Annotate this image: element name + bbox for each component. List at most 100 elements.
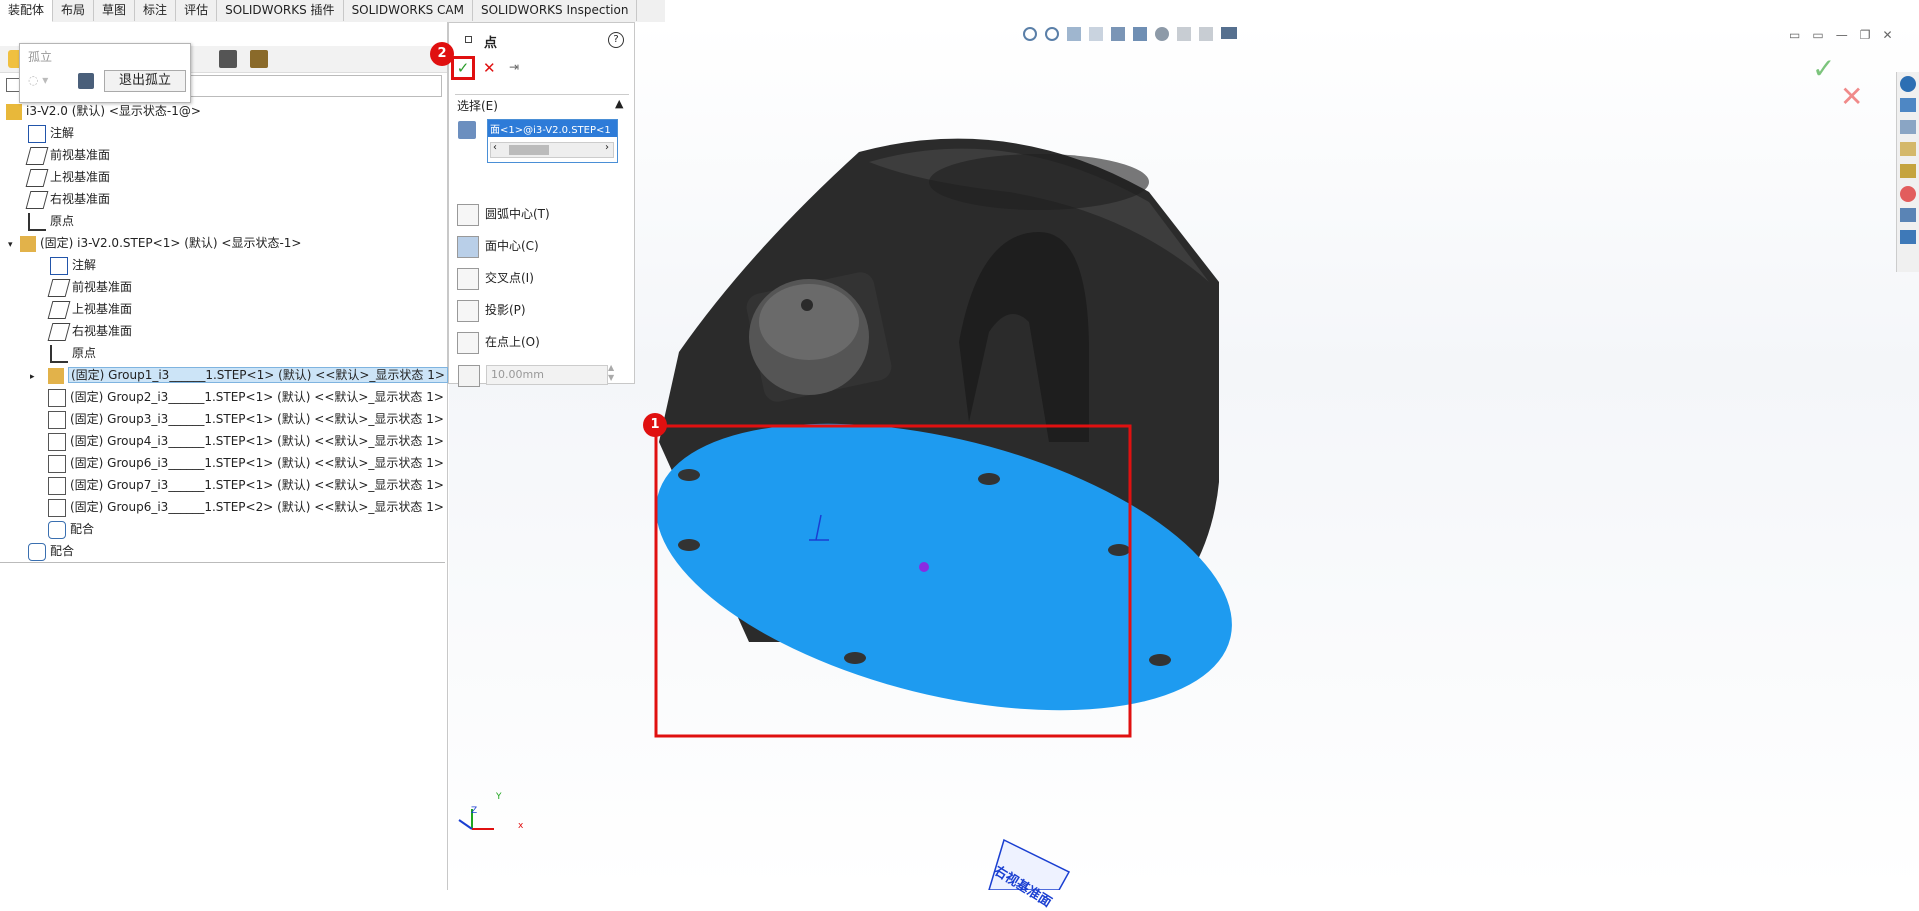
- command-manager-tabs: 装配体 布局 草图 标注 评估 SOLIDWORKS 插件 SOLIDWORKS…: [0, 0, 665, 23]
- part-outline-icon: [48, 476, 66, 495]
- tab-cam[interactable]: SOLIDWORKS CAM: [344, 0, 473, 21]
- scroll-right-icon[interactable]: ›: [605, 142, 609, 153]
- tree-part-right-plane[interactable]: 右视基准面: [47, 320, 132, 342]
- save-isolate-icon[interactable]: [78, 73, 94, 89]
- pin-icon[interactable]: ⇥: [509, 60, 519, 74]
- plane-icon: [47, 322, 71, 341]
- isolate-display-style-icon[interactable]: ◌ ▾: [28, 73, 58, 91]
- appearance-tab-icon[interactable]: [219, 50, 237, 68]
- tile-right-icon[interactable]: ▭: [1812, 28, 1823, 42]
- tab-markup[interactable]: 标注: [135, 0, 177, 21]
- view-palette-icon[interactable]: [1900, 164, 1916, 178]
- custom-properties-icon[interactable]: [1900, 208, 1916, 222]
- tree-root-top-plane[interactable]: 上视基准面: [25, 166, 110, 188]
- tree-part-top-plane[interactable]: 上视基准面: [47, 298, 132, 320]
- view-settings-icon[interactable]: [1221, 27, 1237, 39]
- tree-group-6[interactable]: (固定) Group7_i3______1.STEP<1> (默认) <<默认>…: [48, 474, 444, 496]
- tree-group-7[interactable]: (固定) Group6_i3______1.STEP<2> (默认) <<默认>…: [48, 496, 444, 518]
- tab-inspection[interactable]: SOLIDWORKS Inspection: [473, 0, 638, 21]
- edit-appearance-icon[interactable]: [1177, 27, 1191, 41]
- design-library-icon[interactable]: [1900, 120, 1916, 134]
- tree-part-front-plane[interactable]: 前视基准面: [47, 276, 132, 298]
- isolate-popup-title: 孤立: [28, 50, 53, 64]
- graphics-viewport[interactable]: 1 右视基准面 Y x Z ▭ ▭ — ❐ ✕ ✓ ✕: [449, 22, 1919, 911]
- scene-icon[interactable]: [1199, 27, 1213, 41]
- tree-root-annotations[interactable]: 注解: [28, 122, 74, 144]
- solidworks-resources-icon[interactable]: [1900, 76, 1916, 92]
- selection-listbox[interactable]: 面<1>@i3-V2.0.STEP<1 ‹ ›: [487, 119, 618, 163]
- tree-group-2[interactable]: (固定) Group2_i3______1.STEP<1> (默认) <<默认>…: [48, 386, 444, 408]
- tree-root-right-plane[interactable]: 右视基准面: [25, 188, 110, 210]
- selection-scrollbar[interactable]: ‹ ›: [490, 142, 614, 158]
- origin-icon: [28, 212, 46, 231]
- tree-group-4[interactable]: (固定) Group4_i3______1.STEP<1> (默认) <<默认>…: [48, 430, 444, 452]
- task-pane-tabs: [1896, 72, 1919, 272]
- filter-input[interactable]: [160, 75, 442, 97]
- tree-group-3[interactable]: (固定) Group3_i3______1.STEP<1> (默认) <<默认>…: [48, 408, 444, 430]
- hide-show-icon[interactable]: [1155, 27, 1169, 41]
- tab-addins[interactable]: SOLIDWORKS 插件: [217, 0, 344, 21]
- tree-group-5[interactable]: (固定) Group6_i3______1.STEP<1> (默认) <<默认>…: [48, 452, 444, 474]
- tile-left-icon[interactable]: ▭: [1789, 28, 1800, 42]
- tab-layout[interactable]: 布局: [53, 0, 95, 21]
- close-window-icon[interactable]: ✕: [1882, 28, 1892, 42]
- option-intersection[interactable]: 交叉点(I): [457, 266, 534, 290]
- help-icon[interactable]: ?: [608, 32, 624, 48]
- mates-icon: [48, 520, 66, 539]
- tree-part-annotations[interactable]: 注解: [50, 254, 96, 276]
- annotation-icon: [50, 256, 68, 275]
- option-projection[interactable]: 投影(P): [457, 298, 526, 322]
- appearances-icon[interactable]: [1900, 186, 1916, 202]
- tab-evaluate[interactable]: 评估: [176, 0, 218, 21]
- zoom-to-fit-icon[interactable]: [1023, 27, 1037, 41]
- tree-part-mates[interactable]: 配合: [48, 518, 94, 540]
- filter-icon[interactable]: [6, 78, 20, 92]
- scroll-left-icon[interactable]: ‹: [493, 142, 497, 153]
- tree-part[interactable]: ▾ (固定) i3-V2.0.STEP<1> (默认) <显示状态-1>: [8, 232, 301, 254]
- arc-center-icon: [457, 203, 479, 226]
- tree-root-front-plane[interactable]: 前视基准面: [25, 144, 110, 166]
- view-orientation-icon[interactable]: [1111, 27, 1125, 41]
- selection-item[interactable]: 面<1>@i3-V2.0.STEP<1: [488, 120, 617, 137]
- display-style-icon[interactable]: [1133, 27, 1147, 41]
- zoom-area-icon[interactable]: [1045, 27, 1059, 41]
- expand-arrow-icon[interactable]: ▸: [30, 366, 48, 388]
- point-property-manager: 点 ? ✓ 2 ✕ ⇥ 选择(E) ▲ 面<1>@i3-V2.0.STEP<1 …: [430, 22, 635, 387]
- option-face-center[interactable]: 面中心(C): [457, 234, 539, 258]
- section-view-icon[interactable]: [1089, 27, 1103, 41]
- scroll-thumb[interactable]: [509, 145, 549, 155]
- collapse-section-icon[interactable]: ▲: [615, 97, 623, 110]
- annotation-marker-2: 2: [430, 42, 454, 66]
- tree-root-mates[interactable]: 配合: [28, 540, 74, 562]
- heads-up-toolbar: [1023, 27, 1293, 45]
- tab-sketch[interactable]: 草图: [94, 0, 136, 21]
- file-explorer-icon[interactable]: [1900, 142, 1916, 156]
- option-on-point[interactable]: 在点上(O): [457, 330, 540, 354]
- ok-button[interactable]: ✓: [451, 56, 475, 80]
- annotation-marker-1: 1: [643, 413, 667, 437]
- tab-assembly[interactable]: 装配体: [0, 0, 54, 22]
- collapse-arrow-icon[interactable]: ▾: [8, 234, 20, 256]
- forum-icon[interactable]: [1900, 230, 1916, 244]
- option-arc-center[interactable]: 圆弧中心(T): [457, 202, 550, 226]
- restore-icon[interactable]: ❐: [1860, 28, 1871, 42]
- display-manager-tab-icon[interactable]: [250, 50, 268, 68]
- distance-spinner[interactable]: ▲ ▼: [608, 363, 614, 383]
- selection-list-icon: [458, 121, 476, 139]
- distance-field[interactable]: 10.00mm: [486, 365, 608, 385]
- tree-part-origin[interactable]: 原点: [50, 342, 96, 364]
- mates-icon: [28, 542, 46, 561]
- minimize-icon[interactable]: —: [1836, 28, 1848, 42]
- previous-view-icon[interactable]: [1067, 27, 1081, 41]
- exit-isolate-button[interactable]: 退出孤立: [104, 70, 186, 92]
- distance-icon: [458, 365, 480, 387]
- tree-root-origin[interactable]: 原点: [28, 210, 74, 232]
- part-icon: [48, 367, 64, 384]
- plane-icon: [25, 146, 49, 165]
- confirm-corner-cancel-icon[interactable]: ✕: [1840, 80, 1863, 113]
- tree-root-assembly[interactable]: i3-V2.0 (默认) <显示状态-1@>: [6, 100, 201, 122]
- tree-group-1[interactable]: ▸ (固定) Group1_i3______1.STEP<1> (默认) <<默认…: [30, 364, 448, 386]
- home-icon[interactable]: [1900, 98, 1916, 112]
- confirm-corner-ok-icon[interactable]: ✓: [1812, 52, 1835, 85]
- cancel-button[interactable]: ✕: [483, 59, 496, 77]
